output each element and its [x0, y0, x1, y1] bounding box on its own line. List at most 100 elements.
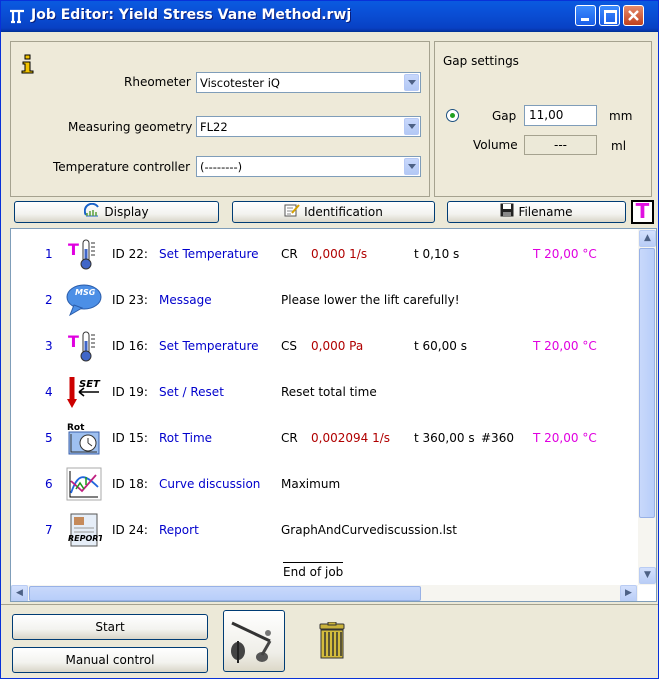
close-button[interactable] — [623, 5, 644, 26]
volume-unit: ml — [611, 139, 627, 153]
filename-label: Filename — [518, 205, 573, 219]
job-detail: GraphAndCurvediscussion.lst — [281, 523, 457, 537]
job-value: 0,002094 1/s — [311, 431, 391, 445]
job-row[interactable]: 4 SET ID 19: Set / Reset Reset total time — [11, 373, 639, 411]
job-name[interactable]: Rot Time — [159, 431, 212, 445]
job-mode: CS — [281, 339, 297, 353]
gap-settings-panel: Gap settings Gap 11,00 mm Volume --- ml — [434, 41, 652, 197]
job-temperature: T 20,00 °C — [533, 431, 597, 445]
display-label: Display — [104, 205, 149, 219]
info-icon — [21, 54, 35, 79]
job-row[interactable]: 3 T ID 16: Set Temperature CS 0,000 Pa t 60,00… — [11, 327, 639, 365]
job-id: ID 18: — [112, 477, 148, 491]
job-row[interactable]: 1 T ID 22: Set Temperature CR 0,000 1/s t 0,10… — [11, 235, 639, 273]
job-id: ID 23: — [112, 293, 148, 307]
title-bar[interactable]: Job Editor: Yield Stress Vane Method.rwj — [1, 1, 658, 32]
horizontal-scroll-thumb[interactable] — [29, 586, 421, 601]
temperature-controller-select[interactable]: (--------) — [196, 156, 421, 177]
chevron-down-icon[interactable] — [404, 74, 419, 91]
job-time: t 0,10 s — [414, 247, 460, 261]
job-row[interactable]: 2 MSG ID 23: Message Please lower the lift c… — [11, 281, 639, 319]
volume-field: --- — [524, 135, 597, 155]
chevron-left-icon: ◀ — [16, 588, 23, 598]
job-number: 5 — [45, 431, 53, 445]
set-reset-icon: SET — [66, 375, 102, 409]
geometry-label: Measuring geometry — [68, 120, 193, 134]
scroll-right-button[interactable]: ▶ — [620, 585, 637, 601]
close-icon — [628, 10, 639, 21]
temperature-t-icon[interactable]: T — [631, 200, 654, 224]
job-value: 0,000 1/s — [311, 247, 368, 261]
rheometer-label: Rheometer — [124, 75, 191, 89]
maximize-icon — [604, 10, 617, 24]
volume-label: Volume — [473, 138, 518, 152]
job-mode: CR — [281, 247, 298, 261]
job-name[interactable]: Message — [159, 293, 212, 307]
measuring-tool-icon — [231, 621, 272, 663]
scroll-up-button[interactable]: ▲ — [639, 230, 656, 247]
geometry-select[interactable]: FL22 — [196, 116, 421, 137]
job-editor-window: Job Editor: Yield Stress Vane Method.rwj… — [0, 0, 659, 679]
job-detail: Maximum — [281, 477, 341, 491]
job-list[interactable]: 1 T ID 22: Set Temperature CR 0,000 1/s t 0,10… — [10, 228, 657, 602]
maximize-button[interactable] — [599, 5, 620, 26]
job-count: #360 — [481, 431, 514, 445]
display-button[interactable]: Display — [14, 201, 219, 223]
gap-settings-title: Gap settings — [443, 54, 519, 68]
chevron-down-icon[interactable] — [404, 158, 419, 175]
job-name[interactable]: Curve discussion — [159, 477, 260, 491]
job-id: ID 16: — [112, 339, 148, 353]
job-number: 3 — [45, 339, 53, 353]
job-row[interactable]: 5 Rot ID 15: Rot Time CR 0,002094 1/s t 360,00… — [11, 419, 639, 457]
manual-control-button[interactable]: Manual control — [12, 647, 208, 673]
job-row[interactable]: 6 ID 18: Curve discussion Maximum — [11, 465, 639, 503]
job-number: 6 — [45, 477, 53, 491]
vertical-scroll-thumb[interactable] — [639, 248, 655, 518]
identification-button[interactable]: Identification — [232, 201, 435, 223]
identification-label: Identification — [304, 205, 383, 219]
gap-radio[interactable] — [446, 109, 459, 122]
job-detail: Please lower the lift carefully! — [281, 293, 460, 307]
window-title: Job Editor: Yield Stress Vane Method.rwj — [31, 7, 352, 23]
setup-panel: Rheometer Viscotester iQ Measuring geome… — [10, 41, 430, 197]
curve-discussion-icon — [66, 467, 102, 501]
set-temperature-icon: T — [66, 237, 102, 271]
job-id: ID 24: — [112, 523, 148, 537]
job-id: ID 22: — [112, 247, 148, 261]
job-name[interactable]: Set Temperature — [159, 339, 259, 353]
job-mode: CR — [281, 431, 298, 445]
job-number: 2 — [45, 293, 53, 307]
scroll-left-button[interactable]: ◀ — [11, 585, 28, 601]
temperature-controller-value: (--------) — [200, 160, 243, 174]
job-id: ID 19: — [112, 385, 148, 399]
rot-time-icon: Rot — [66, 421, 102, 455]
measuring-tool-button[interactable] — [223, 610, 285, 672]
rheometer-value: Viscotester iQ — [200, 76, 280, 90]
rheometer-select[interactable]: Viscotester iQ — [196, 72, 421, 93]
end-of-job-label: End of job — [283, 562, 344, 579]
scroll-down-button[interactable]: ▼ — [639, 567, 656, 584]
job-name[interactable]: Set / Reset — [159, 385, 224, 399]
job-number: 7 — [45, 523, 53, 537]
message-icon: MSG — [66, 283, 102, 317]
minimize-button[interactable] — [575, 5, 596, 26]
gap-input[interactable]: 11,00 — [524, 105, 597, 126]
job-row[interactable]: 7 REPORT ID 24: Report GraphAndCurvediscussi… — [11, 511, 639, 549]
floppy-disk-icon — [500, 203, 514, 223]
display-icon — [84, 202, 100, 223]
bottom-divider — [1, 604, 658, 605]
job-value: 0,000 Pa — [311, 339, 364, 353]
horizontal-scrollbar[interactable]: ◀ ▶ — [11, 585, 638, 601]
geometry-value: FL22 — [200, 120, 228, 134]
job-name[interactable]: Report — [159, 523, 199, 537]
start-button[interactable]: Start — [12, 614, 208, 640]
job-temperature: T 20,00 °C — [533, 247, 597, 261]
vertical-scrollbar[interactable]: ▲ ▼ — [638, 229, 656, 585]
job-time: t 60,00 s — [414, 339, 467, 353]
chevron-down-icon[interactable] — [404, 118, 419, 135]
gap-label: Gap — [492, 109, 517, 123]
minimize-icon — [581, 18, 589, 21]
job-name[interactable]: Set Temperature — [159, 247, 259, 261]
filename-button[interactable]: Filename — [447, 201, 626, 223]
trash-icon[interactable] — [314, 621, 350, 660]
